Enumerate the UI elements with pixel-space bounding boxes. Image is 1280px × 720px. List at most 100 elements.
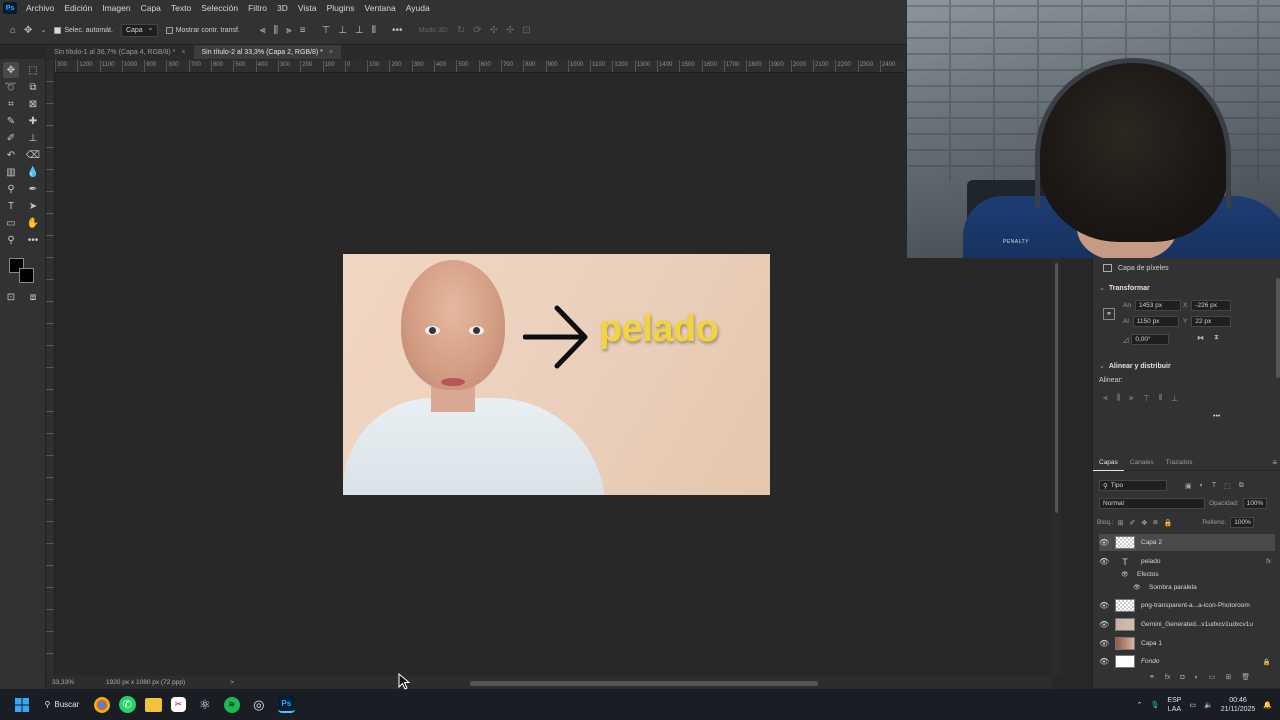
chatgpt-icon[interactable]: ⚛ [195,695,215,715]
roll-3d-icon[interactable]: ⟳ [473,25,481,36]
dodge-tool-icon[interactable]: ⚲ [3,181,19,197]
menu-seleccion[interactable]: Selección [196,3,243,13]
filter-adjust-icon[interactable]: ◐ [1200,482,1204,489]
snipping-tool-icon[interactable]: ✂ [170,697,186,712]
blur-tool-icon[interactable]: 💧 [25,164,41,180]
frame-tool-icon[interactable]: ⊠ [25,96,41,112]
menu-texto[interactable]: Texto [166,3,196,13]
lasso-tool-icon[interactable]: ➰ [3,79,19,95]
spotify-icon[interactable]: ≋ [223,696,240,713]
effects-row[interactable]: 👁 Efectos [1099,568,1275,580]
more-tools-icon[interactable]: ••• [25,232,41,248]
menu-ayuda[interactable]: Ayuda [401,3,435,13]
fx-icon[interactable]: fx [1165,674,1170,681]
menu-archivo[interactable]: Archivo [21,3,59,13]
horizontal-scrollbar[interactable] [470,681,818,686]
zoom-tool-icon[interactable]: ⚲ [3,232,19,248]
eye-icon[interactable]: 👁 [1099,601,1109,610]
eye-icon[interactable]: 👁 [1099,538,1109,547]
eye-icon[interactable]: 👁 [1099,639,1109,648]
layer-row[interactable]: 👁 Fondo 🔒 [1099,653,1275,670]
document-canvas[interactable]: pelado [343,254,770,495]
menu-ventana[interactable]: Ventana [360,3,401,13]
chevron-down-icon[interactable]: ⌄ [40,26,46,34]
fx-icon[interactable]: fx [1266,558,1271,565]
flip-vertical-icon[interactable]: ⧗ [1214,334,1219,342]
checkbox-box[interactable] [165,26,173,34]
tab-canales[interactable]: Canales [1124,455,1160,471]
transform-section-header[interactable]: ⌄ Transformar [1099,284,1150,293]
status-arrow-icon[interactable]: > [230,679,234,686]
menu-3d[interactable]: 3D [272,3,293,13]
opacity-field[interactable]: 100% [1242,498,1267,509]
hand-tool-icon[interactable]: ✋ [25,215,41,231]
zoom-level[interactable]: 33,33% [46,679,106,686]
align-middle-icon[interactable]: ⊥ [338,25,347,36]
align-center-icon[interactable]: ⫼ [1117,393,1121,403]
quick-mask-icon[interactable]: ⊡ [3,289,19,305]
history-brush-tool-icon[interactable]: ↶ [3,147,19,163]
search-button[interactable]: ⚲ Buscar [45,700,80,709]
align-top-icon[interactable]: ⊤ [1143,394,1150,403]
panel-menu-icon[interactable]: ≡ [1272,458,1277,467]
monitor-icon[interactable]: ▭ [1189,701,1196,709]
lock-pixels-icon[interactable]: ✐ [1130,519,1136,527]
align-bottom-icon[interactable]: ⊥ [1171,394,1178,403]
new-group-icon[interactable]: ▭ [1209,673,1216,681]
type-tool-icon[interactable]: T [3,198,19,214]
notifications-icon[interactable]: 🔔 [1263,701,1272,709]
clock[interactable]: 00:46 21/11/2025 [1221,696,1256,714]
close-icon[interactable]: × [329,49,333,56]
fill-field[interactable]: 100% [1230,517,1255,528]
pen-tool-icon[interactable]: ✒ [25,181,41,197]
eye-icon[interactable]: 👁 [1099,620,1109,629]
lock-position-icon[interactable]: ✥ [1141,519,1147,527]
menu-plugins[interactable]: Plugins [322,3,360,13]
blend-mode-select[interactable]: Normal [1099,498,1205,509]
show-transform-checkbox[interactable]: Mostrar contr. transf. [165,26,240,34]
layer-select[interactable]: Capa [120,23,158,37]
menu-vista[interactable]: Vista [293,3,322,13]
stamp-tool-icon[interactable]: ⊥ [25,130,41,146]
flip-horizontal-icon[interactable]: ⧓ [1197,334,1204,342]
vertical-scrollbar[interactable] [1052,258,1061,676]
adjustment-icon[interactable]: ◐ [1195,674,1199,681]
lock-transparency-icon[interactable]: ⊞ [1118,519,1124,527]
properties-scrollbar[interactable] [1276,278,1280,378]
lock-all-icon[interactable]: 🔒 [1164,519,1173,527]
file-explorer-icon[interactable] [144,697,162,712]
chevron-up-icon[interactable]: ⌃ [1137,701,1143,709]
more-options-icon[interactable]: ••• [1213,413,1220,420]
align-right-icon[interactable]: ⫸ [1129,393,1134,403]
align-middle-icon[interactable]: ⫴ [1159,393,1162,403]
layer-row[interactable]: 👁 Capa 2 [1099,534,1275,551]
volume-icon[interactable]: 🔈 [1204,701,1213,709]
filter-pixel-icon[interactable]: ▣ [1185,482,1192,490]
filter-type-icon[interactable]: T [1212,482,1216,489]
gradient-tool-icon[interactable]: ▥ [3,164,19,180]
link-layers-icon[interactable]: ⚭ [1149,673,1155,681]
width-field[interactable]: 1453 px [1134,300,1181,311]
move-tool-icon[interactable]: ✥ [24,25,32,36]
chevron-down-icon[interactable]: ⌄ [1099,362,1105,370]
pan-3d-icon[interactable]: ✣ [490,25,498,36]
healing-brush-tool-icon[interactable]: ✚ [25,113,41,129]
menu-imagen[interactable]: Imagen [97,3,135,13]
rectangle-tool-icon[interactable]: ▭ [3,215,19,231]
distribute-vertical-icon[interactable]: ⫴ [372,25,376,36]
angle-field[interactable]: 0,00° [1131,334,1170,345]
chrome-icon[interactable] [93,696,110,713]
tab-capas[interactable]: Capas [1093,455,1124,471]
more-options-icon[interactable]: ••• [392,25,403,36]
filter-smart-icon[interactable]: ⧉ [1239,482,1244,490]
move-tool-icon[interactable]: ✥ [3,62,19,78]
eraser-tool-icon[interactable]: ⌫ [25,147,41,163]
scroll-thumb[interactable] [1055,263,1058,513]
align-bottom-icon[interactable]: ⊥ [355,25,364,36]
menu-filtro[interactable]: Filtro [243,3,272,13]
align-left-icon[interactable]: ⫷ [260,25,266,36]
checkbox-box[interactable] [54,26,62,34]
layer-filter-select[interactable]: ⚲ Tipo [1099,480,1167,491]
orbit-3d-icon[interactable]: ↻ [457,25,465,36]
windows-start-icon[interactable] [12,695,32,715]
